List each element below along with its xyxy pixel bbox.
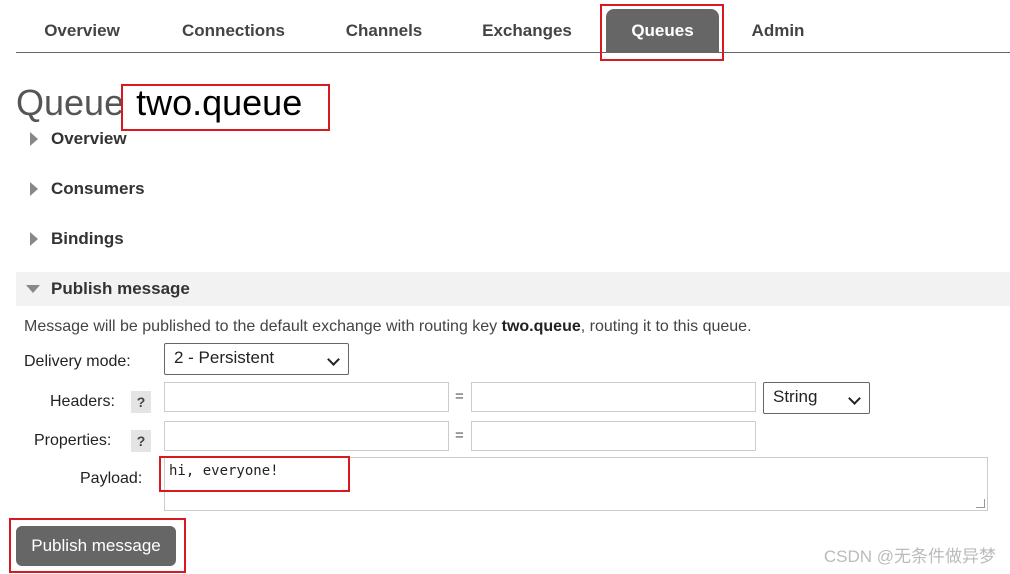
page-title-prefix: Queue: [16, 82, 125, 123]
section-consumers[interactable]: Consumers: [16, 172, 1010, 206]
properties-label: Properties:: [34, 432, 112, 449]
highlight-queues-tab: [600, 4, 724, 61]
resize-grip-icon[interactable]: [976, 499, 985, 508]
tab-channels[interactable]: Channels: [322, 9, 446, 52]
header-value-input[interactable]: [471, 382, 756, 412]
description-text: Message will be published to the default…: [24, 318, 502, 335]
equals-sign: =: [455, 427, 464, 444]
watermark: CSDN @无条件做异梦: [823, 547, 996, 566]
description-text: , routing it to this queue.: [580, 318, 752, 335]
highlight-payload: [159, 456, 350, 492]
tab-admin[interactable]: Admin: [728, 9, 828, 52]
expand-arrow-icon: [30, 232, 38, 246]
chevron-down-icon: [848, 392, 861, 405]
expand-arrow-icon: [30, 182, 38, 196]
section-label: Consumers: [51, 179, 145, 198]
expand-arrow-icon: [30, 132, 38, 146]
property-value-input[interactable]: [471, 421, 756, 451]
delivery-mode-value: 2 - Persistent: [174, 348, 275, 367]
tab-overview[interactable]: Overview: [16, 9, 148, 52]
headers-help-icon[interactable]: ?: [131, 391, 151, 413]
headers-label: Headers:: [50, 393, 115, 410]
payload-label: Payload:: [80, 470, 143, 487]
property-key-input[interactable]: [164, 421, 449, 451]
routing-key: two.queue: [501, 318, 581, 335]
section-label: Overview: [51, 129, 127, 148]
section-bindings[interactable]: Bindings: [16, 222, 1010, 256]
properties-help-icon[interactable]: ?: [131, 430, 151, 452]
highlight-publish-button: [9, 518, 186, 573]
top-nav: Overview Connections Channels Exchanges …: [16, 0, 1010, 53]
section-label: Publish message: [51, 279, 190, 298]
collapse-arrow-icon: [26, 285, 40, 293]
delivery-mode-label: Delivery mode:: [24, 353, 131, 370]
header-type-select[interactable]: String: [763, 382, 870, 414]
tab-exchanges[interactable]: Exchanges: [458, 9, 596, 52]
section-label: Bindings: [51, 229, 124, 248]
section-overview[interactable]: Overview: [16, 122, 1010, 156]
tab-connections[interactable]: Connections: [156, 9, 311, 52]
section-publish-message[interactable]: Publish message: [16, 272, 1010, 306]
publish-description: Message will be published to the default…: [24, 318, 752, 336]
chevron-down-icon: [327, 353, 340, 366]
equals-sign: =: [455, 388, 464, 405]
header-key-input[interactable]: [164, 382, 449, 412]
header-type-value: String: [773, 387, 818, 406]
delivery-mode-select[interactable]: 2 - Persistent: [164, 343, 349, 375]
